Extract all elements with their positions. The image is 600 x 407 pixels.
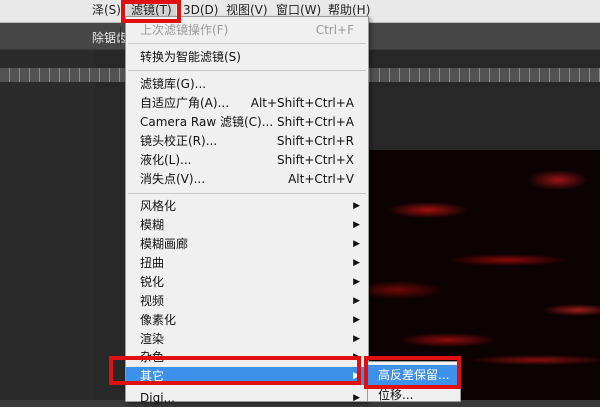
menu-item-label: 像素化 bbox=[140, 313, 177, 327]
submenu-sharpen[interactable]: 锐化 ▶ bbox=[126, 273, 368, 291]
submenu-arrow-icon: ▶ bbox=[353, 334, 360, 344]
submenu-blur[interactable]: 模糊 ▶ bbox=[126, 216, 368, 234]
menu-item-label: Digi... bbox=[140, 391, 175, 405]
menu-item-label: 滤镜库(G)... bbox=[140, 77, 207, 91]
menu-item-shortcut: Alt+Ctrl+V bbox=[288, 172, 354, 186]
annotation-box-high-pass bbox=[364, 356, 461, 389]
submenu-arrow-icon: ▶ bbox=[353, 201, 360, 211]
menu-item-vanishing-point[interactable]: 消失点(V)... Alt+Ctrl+V bbox=[126, 170, 368, 188]
menu-item-label: 自适应广角(A)... bbox=[140, 96, 230, 110]
menu-separator bbox=[128, 193, 366, 194]
submenu-arrow-icon: ▶ bbox=[353, 296, 360, 306]
menu-item-camera-raw[interactable]: Camera Raw 滤镜(C)... Shift+Ctrl+A bbox=[126, 113, 368, 131]
submenu-arrow-icon: ▶ bbox=[353, 315, 360, 325]
submenu-arrow-icon: ▶ bbox=[353, 220, 360, 230]
menu-item-label: 消失点(V)... bbox=[140, 172, 206, 186]
menu-item-shortcut: Shift+Ctrl+R bbox=[276, 134, 354, 148]
menu-item-label: 转换为智能滤镜(S) bbox=[140, 50, 241, 64]
filter-menu: 上次滤镜操作(F) Ctrl+F 转换为智能滤镜(S) 滤镜库(G)... 自适… bbox=[125, 16, 369, 405]
submenu-blur-gallery[interactable]: 模糊画廊 ▶ bbox=[126, 235, 368, 253]
menu-item-shortcut: Shift+Ctrl+X bbox=[277, 153, 354, 167]
menu-separator bbox=[128, 43, 366, 44]
submenu-digimarc[interactable]: Digi... ▶ bbox=[126, 389, 368, 407]
menu-item-label: Camera Raw 滤镜(C)... bbox=[140, 115, 274, 129]
menu-item-label: 风格化 bbox=[140, 199, 177, 213]
menu-item-shortcut: Ctrl+F bbox=[315, 23, 354, 37]
menu-item-label: 渲染 bbox=[140, 332, 165, 346]
submenu-arrow-icon: ▶ bbox=[353, 393, 360, 403]
menu-item-shortcut: Shift+Ctrl+A bbox=[277, 115, 354, 129]
menu-separator bbox=[128, 70, 366, 71]
menu-item-label: 模糊画廊 bbox=[140, 237, 189, 251]
menu-item-lens-correction[interactable]: 镜头校正(R)... Shift+Ctrl+R bbox=[126, 132, 368, 150]
submenu-pixelate[interactable]: 像素化 ▶ bbox=[126, 311, 368, 329]
menu-item-label: 视频 bbox=[140, 294, 165, 308]
submenu-render[interactable]: 渲染 ▶ bbox=[126, 330, 368, 348]
menu-item-label: 镜头校正(R)... bbox=[140, 134, 218, 148]
menu-item-shortcut: Alt+Shift+Ctrl+A bbox=[250, 96, 354, 110]
submenu-video[interactable]: 视频 ▶ bbox=[126, 292, 368, 310]
menu-select[interactable]: 泽(S) bbox=[92, 0, 121, 22]
menu-item-convert-smart-filter[interactable]: 转换为智能滤镜(S) bbox=[126, 48, 368, 66]
submenu-distort[interactable]: 扭曲 ▶ bbox=[126, 254, 368, 272]
menu-item-adaptive-wide-angle[interactable]: 自适应广角(A)... Alt+Shift+Ctrl+A bbox=[126, 94, 368, 112]
menu-item-label: 扭曲 bbox=[140, 256, 165, 270]
options-separator bbox=[120, 27, 121, 45]
annotation-box-other bbox=[109, 356, 361, 385]
submenu-arrow-icon: ▶ bbox=[353, 258, 360, 268]
tool-panel-area bbox=[0, 50, 95, 400]
anti-alias-label: 除锯齿 bbox=[92, 31, 129, 45]
menu-item-label: 锐化 bbox=[140, 275, 165, 289]
menu-item-last-filter[interactable]: 上次滤镜操作(F) Ctrl+F bbox=[126, 21, 368, 39]
menu-item-filter-gallery[interactable]: 滤镜库(G)... bbox=[126, 75, 368, 93]
submenu-stylize[interactable]: 风格化 ▶ bbox=[126, 197, 368, 215]
menu-item-label: 液化(L)... bbox=[140, 153, 192, 167]
menu-item-label: 上次滤镜操作(F) bbox=[140, 23, 229, 37]
menu-item-liquify[interactable]: 液化(L)... Shift+Ctrl+X bbox=[126, 151, 368, 169]
annotation-box-filter-menu bbox=[121, 0, 181, 23]
menu-item-label: 模糊 bbox=[140, 218, 165, 232]
submenu-arrow-icon: ▶ bbox=[353, 277, 360, 287]
submenu-arrow-icon: ▶ bbox=[353, 239, 360, 249]
